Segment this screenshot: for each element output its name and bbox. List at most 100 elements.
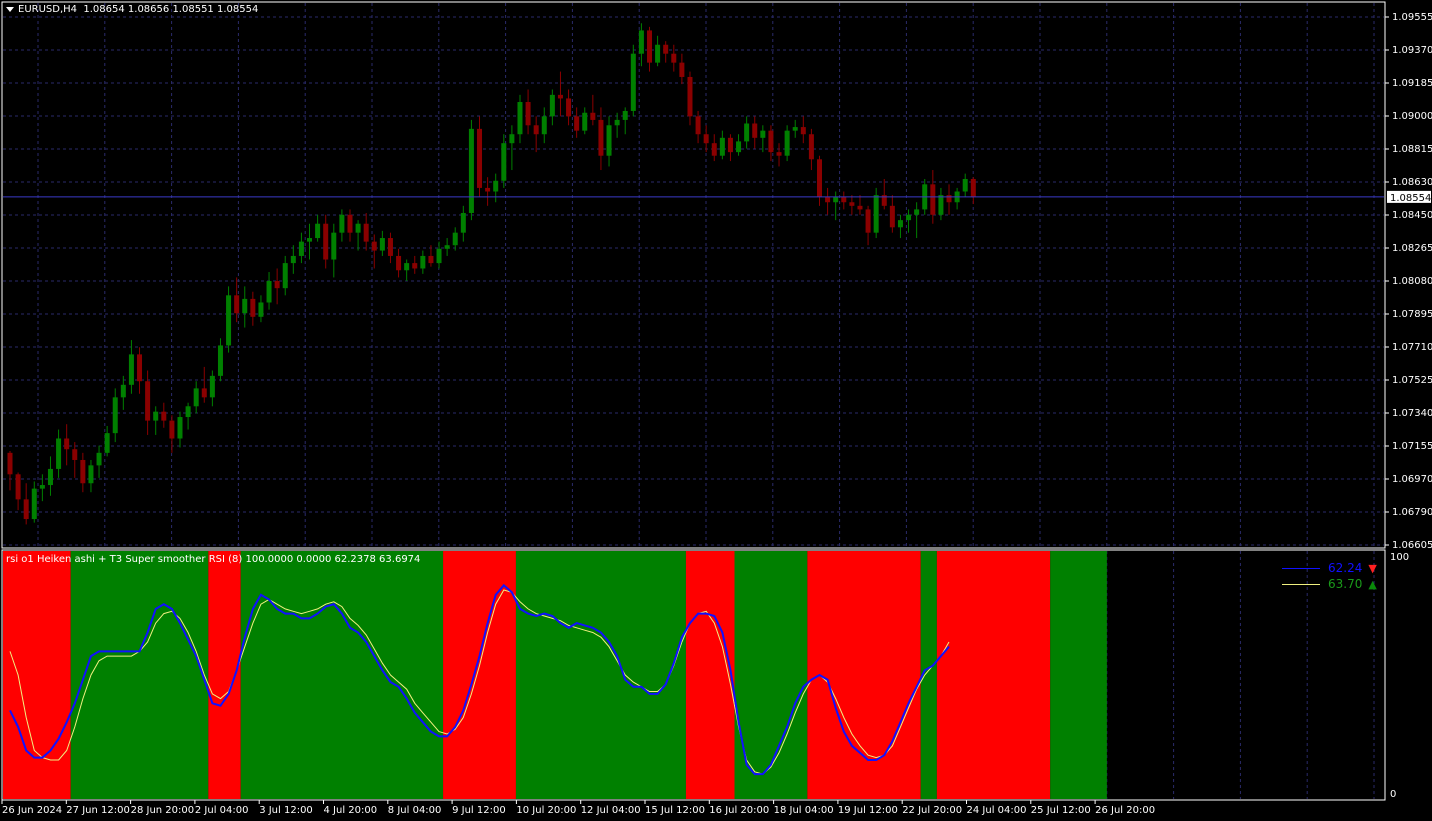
candle-body — [566, 98, 572, 117]
candle-body — [736, 141, 742, 153]
candle-body — [120, 384, 126, 398]
price-tick-label: 1.08080 — [1392, 276, 1432, 287]
candle-body — [897, 220, 903, 228]
candle-body — [873, 195, 879, 233]
price-tick-label: 1.07155 — [1392, 441, 1432, 452]
down-arrow-icon: ▼ — [1368, 561, 1377, 575]
candle-body — [687, 76, 693, 117]
candle-body — [574, 116, 580, 131]
candle-body — [695, 116, 701, 135]
candle-body — [298, 241, 304, 256]
time-tick-label: 26 Jun 2024 — [2, 805, 62, 816]
candle-body — [719, 137, 725, 156]
candle-body — [889, 205, 895, 228]
candle-body — [582, 112, 588, 131]
candle-body — [250, 298, 256, 317]
candle-body — [177, 417, 183, 439]
zone-up — [1050, 551, 1107, 799]
candle-body — [274, 281, 280, 289]
indicator-zones — [3, 551, 1107, 799]
candle-body — [468, 128, 474, 213]
candle-body — [226, 295, 232, 346]
candle-body — [266, 281, 272, 303]
price-tick-label: 1.06790 — [1392, 507, 1432, 518]
price-tick-label: 1.07895 — [1392, 309, 1432, 320]
candle-body — [145, 381, 151, 421]
trading-chart[interactable]: 1.09555 1.09370 1.09185 1.09000 1.08815 1.086… — [0, 0, 1432, 821]
candle-body — [363, 223, 369, 242]
candle-body — [477, 128, 483, 188]
candle-body — [930, 184, 936, 215]
price-tick-label: 1.09000 — [1392, 111, 1432, 122]
candle-body — [234, 295, 240, 314]
legend-rsi-value: 62.24 — [1328, 561, 1363, 575]
candle-body — [323, 223, 329, 260]
candle-body — [671, 53, 677, 63]
candle-body — [647, 30, 653, 63]
candle-body — [938, 195, 944, 215]
candle-body — [606, 125, 612, 156]
candle-body — [72, 449, 78, 460]
candle-body — [258, 302, 264, 317]
candle-body — [817, 159, 822, 197]
dropdown-arrow-icon[interactable] — [6, 6, 14, 12]
time-tick-label: 9 Jul 12:00 — [452, 805, 506, 816]
price-tick-label: 1.08630 — [1392, 177, 1432, 188]
candle-body — [217, 345, 223, 376]
price-tick-label: 1.09185 — [1392, 78, 1432, 89]
candle-body — [404, 263, 410, 271]
candle-body — [436, 248, 442, 264]
price-tick-label: 1.06970 — [1392, 474, 1432, 485]
candle-body — [744, 123, 750, 142]
candle-body — [760, 130, 766, 138]
time-tick-label: 16 Jul 20:00 — [709, 805, 769, 816]
candle-body — [452, 232, 458, 246]
candle-body — [444, 245, 450, 249]
candle-body — [460, 212, 466, 233]
candle-body — [387, 238, 393, 256]
candle-body — [752, 123, 758, 138]
candle-body — [663, 44, 669, 54]
candle-body — [501, 143, 507, 181]
candle-body — [784, 130, 790, 156]
candle-body — [679, 62, 685, 77]
price-tick-label: 1.07525 — [1392, 375, 1432, 386]
time-tick-label: 8 Jul 04:00 — [388, 805, 442, 816]
candle-body — [153, 411, 159, 421]
time-tick-label: 10 Jul 20:00 — [516, 805, 576, 816]
candle-body — [598, 119, 604, 156]
candle-body — [906, 214, 912, 221]
legend-rsi: 62.24 ▼ — [1282, 561, 1377, 575]
time-tick-label: 2 Jul 04:00 — [195, 805, 249, 816]
time-tick-label: 26 Jul 20:00 — [1095, 805, 1155, 816]
candle-body — [420, 255, 426, 269]
candle-body — [428, 255, 434, 264]
candle-body — [39, 485, 45, 489]
candle-body — [15, 474, 21, 500]
candle-body — [7, 452, 13, 475]
candle-body — [800, 127, 806, 135]
time-tick-label: 3 Jul 12:00 — [259, 805, 313, 816]
candle-body — [193, 388, 199, 407]
chart-header[interactable]: EURUSD,H4 1.08654 1.08656 1.08551 1.0855… — [6, 4, 258, 15]
price-tick-label: 1.08450 — [1392, 210, 1432, 221]
candle-body — [857, 205, 863, 210]
candle-body — [622, 110, 628, 120]
candle-body — [946, 195, 952, 203]
zone-down — [3, 551, 71, 799]
candle-body — [638, 30, 644, 54]
candle-body — [80, 459, 86, 484]
time-tick-label: 24 Jul 04:00 — [967, 805, 1027, 816]
time-tick-label: 27 Jun 12:00 — [66, 805, 130, 816]
time-tick-label: 18 Jul 04:00 — [774, 805, 834, 816]
time-tick-label: 12 Jul 04:00 — [581, 805, 641, 816]
candle-body — [315, 223, 321, 239]
up-arrow-icon: ▲ — [1368, 577, 1377, 591]
candle-body — [201, 388, 207, 398]
candle-body — [865, 209, 871, 233]
candle-body — [970, 178, 976, 197]
legend-signal-swatch — [1282, 583, 1320, 585]
candle-body — [290, 255, 296, 264]
zone-down — [936, 551, 1051, 799]
zone-down — [807, 551, 921, 799]
